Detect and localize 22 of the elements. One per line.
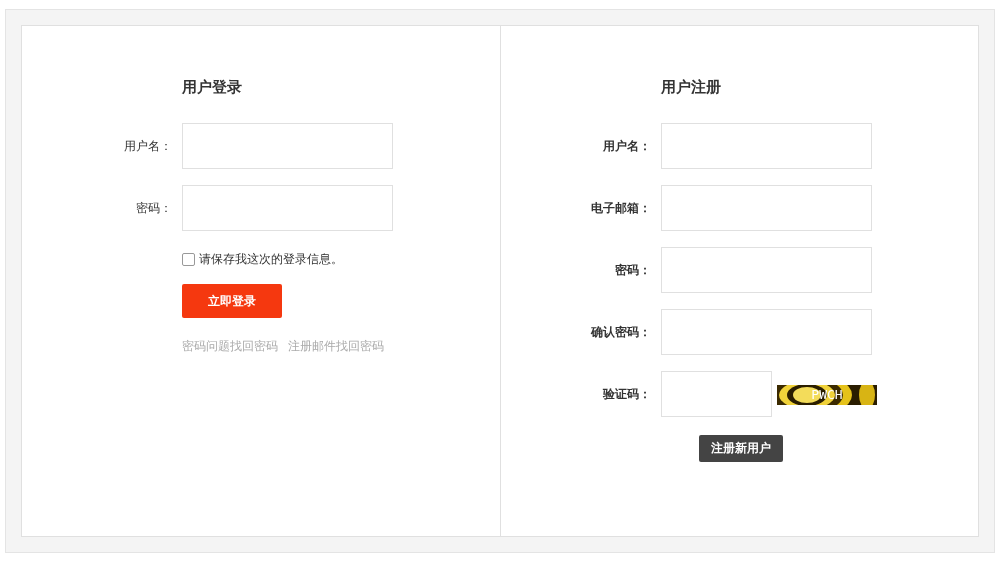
- field-label: 用户名：: [602, 137, 652, 155]
- field-label: 密码：: [614, 261, 652, 279]
- checkbox[interactable]: [182, 253, 195, 266]
- input-field[interactable]: [661, 185, 872, 231]
- remember-label: 请保存我这次的登录信息。: [199, 251, 343, 268]
- field-label: 验证码：: [601, 385, 652, 403]
- field-label: 确认密码：: [589, 323, 652, 341]
- login-title: 用户登录: [182, 78, 242, 97]
- login-button[interactable]: 立即登录: [182, 284, 282, 318]
- recover-link[interactable]: 密码问题找回密码: [182, 338, 278, 355]
- input-field[interactable]: [661, 247, 872, 293]
- input-field[interactable]: [182, 123, 393, 169]
- register-button[interactable]: 注册新用户: [699, 435, 783, 462]
- field-label: 电子邮箱：: [590, 199, 652, 217]
- input-field[interactable]: [661, 371, 772, 417]
- field-label: 用户名：: [123, 137, 173, 155]
- field-label: 密码：: [135, 199, 173, 217]
- input-field[interactable]: [661, 123, 872, 169]
- input-field[interactable]: [661, 309, 872, 355]
- register-title: 用户注册: [661, 78, 721, 97]
- input-field[interactable]: [182, 185, 393, 231]
- recover-link[interactable]: 注册邮件找回密码: [288, 338, 384, 355]
